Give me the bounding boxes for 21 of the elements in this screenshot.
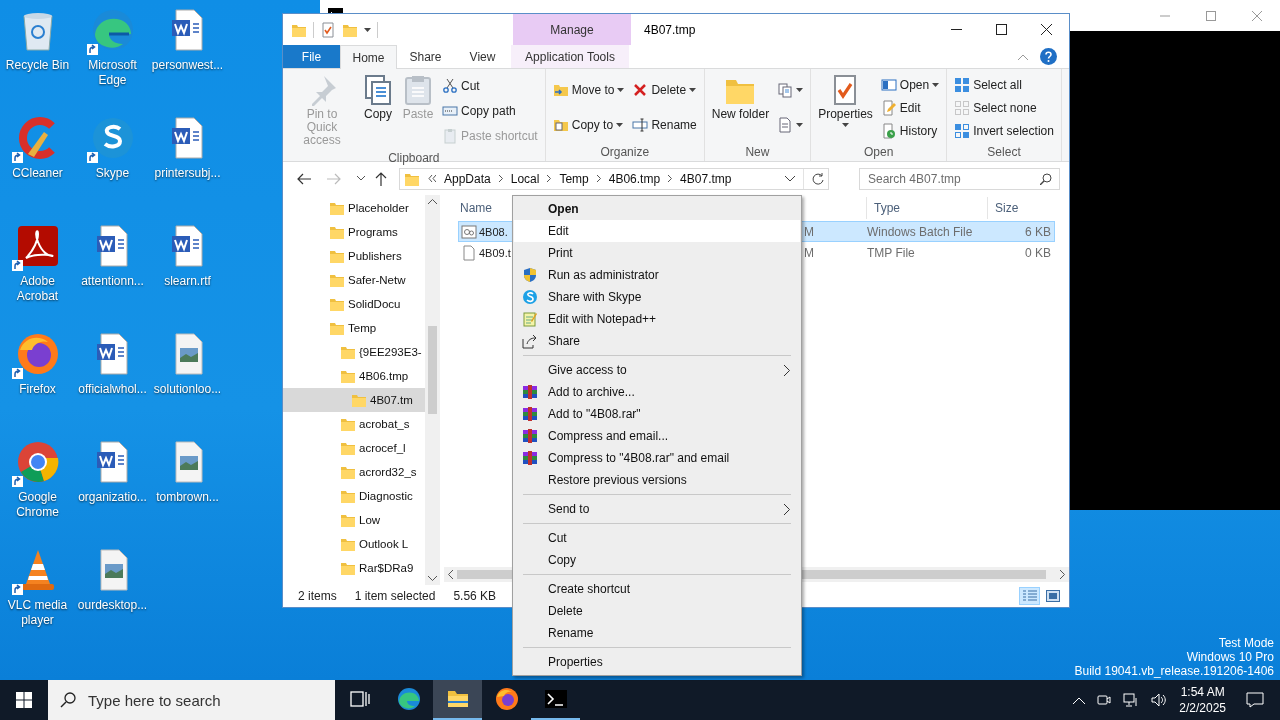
system-notice-text: Build 19041.vb_release.191206-1406	[1074, 664, 1274, 678]
status-text: 2 items	[298, 589, 337, 603]
system-notice-text: Windows 10 Pro	[1186, 650, 1274, 664]
table-cell-text: Windows Batch File	[867, 224, 974, 239]
file-name: 4B08.	[479, 225, 509, 238]
window-title: 4B07.tmp	[644, 22, 696, 37]
group-label: Clipboard	[387, 150, 441, 166]
group-label: Organize	[599, 144, 651, 161]
table-cell-text: TMP File	[867, 245, 916, 260]
table-cell-text: M	[804, 245, 815, 260]
table-cell-text: 6 KB	[1024, 224, 1051, 239]
system-notice-text: Test Mode	[1218, 636, 1274, 650]
status-text: 1 item selected	[354, 589, 436, 603]
group-label: Open	[862, 144, 895, 161]
group-label: New	[744, 144, 771, 161]
table-cell-text: 0 KB	[1024, 245, 1051, 260]
contextual-tab-header: Manage	[513, 14, 631, 45]
table-cell-text: M	[804, 224, 815, 239]
file-name: 4B09.t	[479, 246, 512, 259]
group-label: Select	[986, 144, 1022, 161]
status-text: 5.56 KB	[453, 589, 497, 603]
